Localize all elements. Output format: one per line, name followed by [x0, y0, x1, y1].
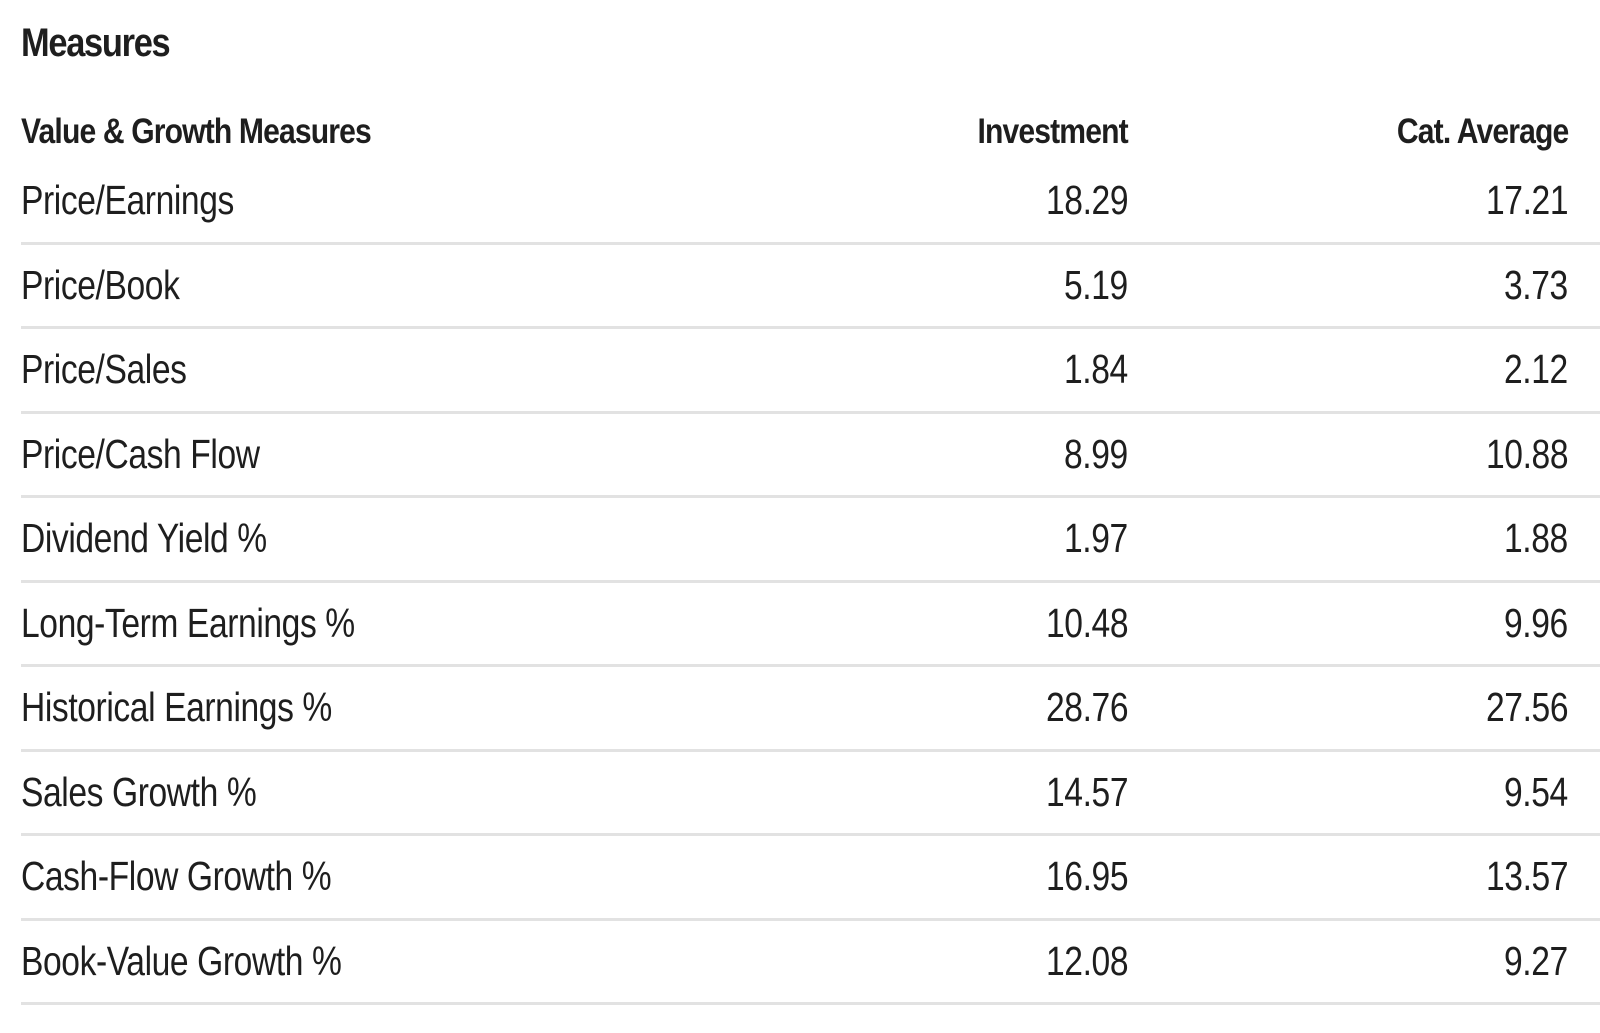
category-average-value: 2.12 [1504, 346, 1568, 393]
header-investment: Investment [977, 112, 1129, 151]
investment-value: 5.19 [1064, 261, 1128, 308]
row-label: Sales Growth % [21, 768, 257, 815]
row-label: Book-Value Growth % [21, 937, 342, 984]
investment-value: 16.95 [1045, 853, 1129, 900]
category-average-value: 27.56 [1485, 684, 1569, 731]
row-label: Cash-Flow Growth % [21, 853, 332, 900]
row-label: Price/Earnings [21, 177, 234, 224]
table-row: Sales Growth % 14.57 9.54 [21, 752, 1600, 836]
table-row: Price/Cash Flow 8.99 10.88 [21, 414, 1600, 498]
value-growth-measures-table: Value & Growth Measures Investment Cat. … [21, 104, 1600, 1005]
table-row: Price/Earnings 18.29 17.21 [21, 160, 1600, 245]
table-row: Book-Value Growth % 12.08 9.27 [21, 921, 1600, 1005]
category-average-value: 3.73 [1504, 261, 1568, 308]
table-row: Dividend Yield % 1.97 1.88 [21, 498, 1600, 583]
row-label: Dividend Yield % [21, 515, 267, 562]
category-average-value: 9.27 [1504, 937, 1568, 984]
row-label: Price/Sales [21, 346, 187, 393]
investment-value: 12.08 [1045, 937, 1129, 984]
table-row: Historical Earnings % 28.76 27.56 [21, 667, 1600, 752]
section-title: Measures [21, 21, 171, 65]
header-category-average: Cat. Average [1396, 112, 1569, 151]
investment-value: 10.48 [1045, 599, 1129, 646]
investment-value: 18.29 [1045, 177, 1129, 224]
category-average-value: 10.88 [1485, 430, 1569, 477]
table-header-row: Value & Growth Measures Investment Cat. … [21, 104, 1600, 160]
category-average-value: 17.21 [1485, 177, 1569, 224]
investment-value: 1.84 [1064, 346, 1128, 393]
category-average-value: 9.54 [1504, 768, 1568, 815]
header-measure: Value & Growth Measures [21, 112, 372, 151]
investment-value: 28.76 [1045, 684, 1129, 731]
investment-value: 14.57 [1045, 768, 1129, 815]
table-row: Long-Term Earnings % 10.48 9.96 [21, 583, 1600, 667]
category-average-value: 1.88 [1504, 515, 1568, 562]
table-row: Price/Sales 1.84 2.12 [21, 329, 1600, 414]
investment-value: 8.99 [1064, 430, 1128, 477]
category-average-value: 13.57 [1485, 853, 1569, 900]
investment-value: 1.97 [1064, 515, 1128, 562]
row-label: Price/Book [21, 261, 180, 308]
table-row: Cash-Flow Growth % 16.95 13.57 [21, 836, 1600, 921]
row-label: Price/Cash Flow [21, 430, 260, 477]
row-label: Historical Earnings % [21, 684, 332, 731]
table-row: Price/Book 5.19 3.73 [21, 245, 1600, 329]
row-label: Long-Term Earnings % [21, 599, 355, 646]
category-average-value: 9.96 [1504, 599, 1568, 646]
